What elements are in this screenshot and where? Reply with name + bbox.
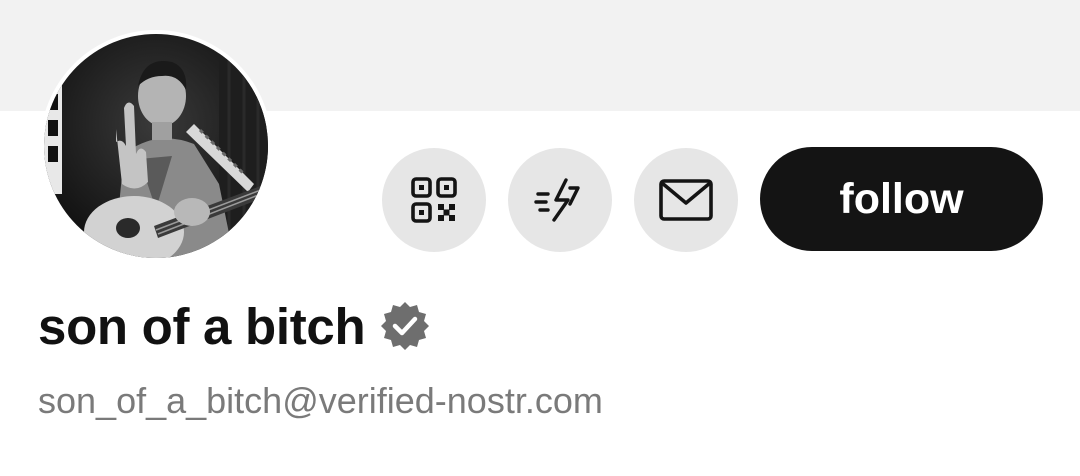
verified-badge-icon xyxy=(379,300,431,352)
envelope-icon xyxy=(659,179,713,221)
name-row: son of a bitch xyxy=(38,293,431,359)
avatar-image xyxy=(44,34,268,258)
follow-button[interactable]: follow xyxy=(760,147,1043,251)
qr-code-button[interactable] xyxy=(382,148,486,252)
profile-header: follow son of a bitch son_of_a_bitch@ver… xyxy=(0,0,1080,476)
nip05-address: son_of_a_bitch@verified-nostr.com xyxy=(38,380,603,421)
zap-button[interactable] xyxy=(508,148,612,252)
avatar[interactable] xyxy=(40,30,272,262)
message-button[interactable] xyxy=(634,148,738,252)
display-name: son of a bitch xyxy=(38,297,366,355)
lightning-bolt-icon xyxy=(534,178,580,222)
qr-code-icon xyxy=(411,177,457,223)
